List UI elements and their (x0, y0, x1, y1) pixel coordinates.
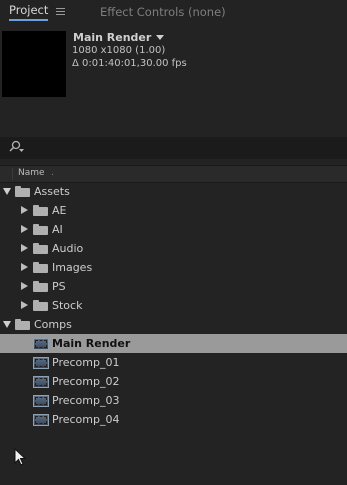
composition-icon (33, 376, 49, 388)
project-search-input[interactable] (0, 137, 347, 159)
comp-title-dropdown[interactable]: Main Render (73, 31, 165, 44)
collapse-arrow-icon[interactable] (21, 206, 28, 214)
column-extra-header: . (51, 168, 54, 178)
column-header: Name . (0, 165, 347, 183)
comp-resolution: 1080 x1080 (1.00) (72, 45, 166, 56)
tree-folder-ai[interactable]: AI (0, 220, 347, 239)
tree-item-label: Precomp_02 (52, 375, 120, 388)
comp-thumbnail (2, 31, 66, 97)
comp-duration: Δ 0:01:40:01,30.00 fps (72, 58, 187, 69)
tree-comp-precomp-02[interactable]: Precomp_02 (0, 372, 347, 391)
tree-comp-precomp-01[interactable]: Precomp_01 (0, 353, 347, 372)
tree-item-label: Precomp_01 (52, 356, 120, 369)
tree-folder-stock[interactable]: Stock (0, 296, 347, 315)
panel-menu-icon[interactable] (56, 8, 66, 16)
search-icon[interactable] (7, 140, 27, 156)
tree-comp-main-render[interactable]: Main Render (0, 334, 347, 353)
folder-icon (33, 300, 48, 311)
tree-item-label: AI (52, 223, 63, 236)
collapse-arrow-icon[interactable] (21, 225, 28, 233)
mouse-pointer-icon (14, 448, 27, 466)
tree-item-label: Comps (34, 318, 72, 331)
tree-item-label: Stock (52, 299, 83, 312)
collapse-arrow-icon[interactable] (21, 282, 28, 290)
tree-item-label: AE (52, 204, 67, 217)
composition-icon (33, 414, 49, 426)
tree-comp-precomp-04[interactable]: Precomp_04 (0, 410, 347, 429)
expand-arrow-icon[interactable] (3, 321, 11, 328)
composition-icon (33, 395, 49, 407)
composition-icon (33, 357, 49, 369)
tree-folder-assets[interactable]: Assets (0, 182, 347, 201)
folder-icon (33, 243, 48, 254)
tab-effect-controls-label: Effect Controls (none) (100, 5, 226, 19)
tab-project-label: Project (9, 3, 49, 21)
comp-preview-area: Main Render 1080 x1080 (1.00) Δ 0:01:40:… (0, 27, 347, 107)
tree-item-label: Precomp_03 (52, 394, 120, 407)
tree-item-label: Audio (52, 242, 84, 255)
column-name-header[interactable]: Name (18, 168, 45, 178)
collapse-arrow-icon[interactable] (21, 263, 28, 271)
folder-icon (33, 205, 48, 216)
tree-comp-precomp-03[interactable]: Precomp_03 (0, 391, 347, 410)
composition-icon (33, 338, 49, 350)
folder-icon (15, 319, 30, 330)
collapse-arrow-icon[interactable] (21, 301, 28, 309)
tab-effect-controls[interactable]: Effect Controls (none) (100, 0, 226, 24)
collapse-arrow-icon[interactable] (21, 244, 28, 252)
folder-icon (33, 262, 48, 273)
folder-icon (33, 224, 48, 235)
comp-title: Main Render (73, 31, 152, 44)
tree-folder-comps[interactable]: Comps (0, 315, 347, 334)
tree-folder-ps[interactable]: PS (0, 277, 347, 296)
dropdown-caret-icon (156, 35, 165, 40)
tree-item-label: Main Render (52, 337, 131, 350)
folder-icon (33, 281, 48, 292)
column-separator (12, 168, 13, 180)
folder-icon (15, 186, 30, 197)
tree-item-label: Precomp_04 (52, 413, 120, 426)
expand-arrow-icon[interactable] (3, 188, 11, 195)
panel-tab-bar: Project Effect Controls (none) (0, 0, 347, 24)
tree-item-label: Assets (34, 185, 70, 198)
tree-item-label: Images (52, 261, 93, 274)
tree-folder-images[interactable]: Images (0, 258, 347, 277)
tree-item-label: PS (52, 280, 66, 293)
tree-folder-ae[interactable]: AE (0, 201, 347, 220)
tab-project[interactable]: Project (0, 0, 66, 24)
tree-folder-audio[interactable]: Audio (0, 239, 347, 258)
